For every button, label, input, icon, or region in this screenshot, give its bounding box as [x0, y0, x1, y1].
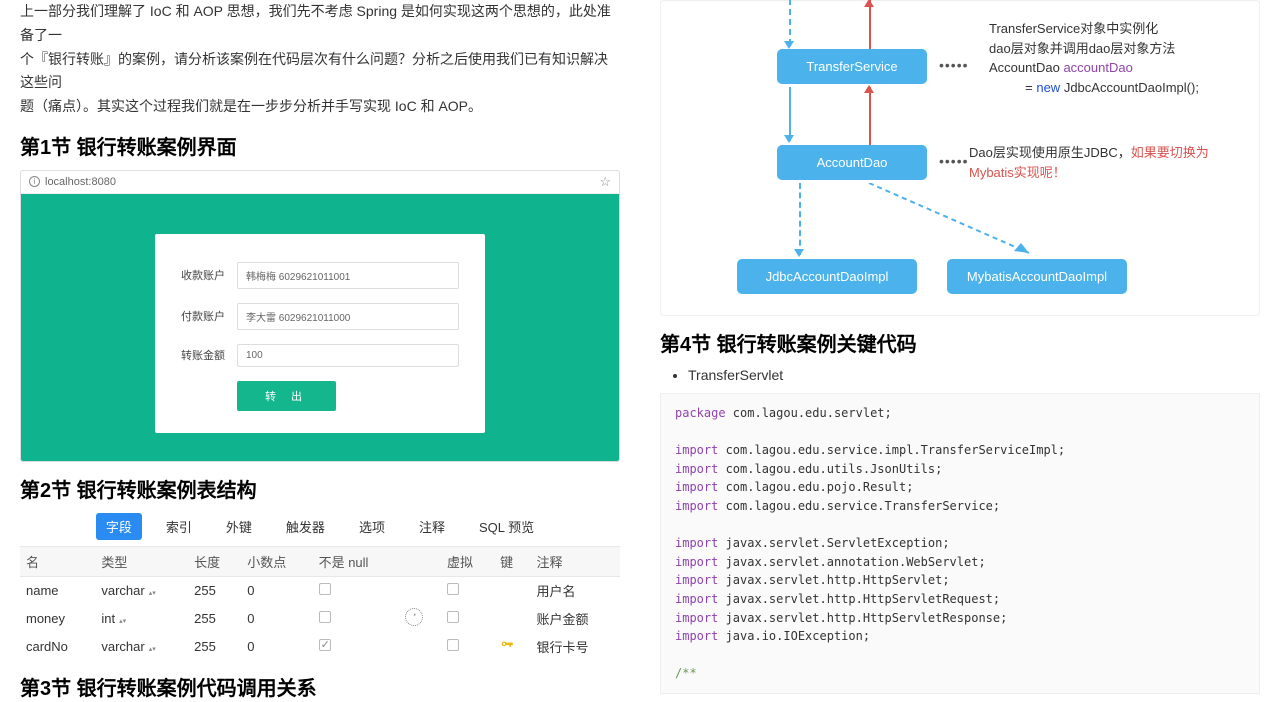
bullet-transfer-servlet: TransferServlet [688, 367, 1260, 383]
intro-line-2: 个『银行转账』的案例，请分析该案例在代码层次有什么问题？分析之后使用我们已有知识… [20, 51, 608, 91]
cell-notnull[interactable] [313, 633, 399, 660]
url-text: localhost:8080 [45, 176, 116, 188]
arrow-icon [789, 87, 791, 141]
heading-section-3: 第3节 银行转账案例代码调用关系 [20, 672, 620, 701]
cell-key [494, 576, 530, 604]
cell-comment: 账户金额 [530, 604, 620, 633]
col-comment: 注释 [530, 546, 620, 576]
bookmark-star-icon[interactable]: ☆ [599, 174, 611, 190]
cell-virtual[interactable] [441, 604, 494, 633]
db-tabs: 字段 索引 外键 触发器 选项 注释 SQL 预览 [20, 513, 620, 540]
col-dec: 小数点 [241, 546, 312, 576]
transfer-form-card: 收款账户 韩梅梅 6029621011001 付款账户 李大雷 60296210… [155, 234, 485, 433]
node-transfer-service: TransferService [777, 49, 927, 84]
page-body: 收款账户 韩梅梅 6029621011001 付款账户 李大雷 60296210… [21, 194, 619, 461]
cell-type: varchar▴▾ [95, 633, 188, 660]
payer-input[interactable]: 李大雷 6029621011000 [237, 303, 459, 330]
col-type: 类型 [95, 546, 188, 576]
arrow-icon [789, 0, 791, 45]
intro-line-1: 上一部分我们理解了 IoC 和 AOP 思想，我们先不考虑 Spring 是如何… [20, 3, 611, 43]
table-row[interactable]: cardNo varchar▴▾ 255 0 银行卡号 [20, 633, 620, 660]
note-account-dao: Dao层实现使用原生JDBC，如果要切换为 Mybatis实现呢！ [969, 143, 1209, 182]
heading-section-2: 第2节 银行转账案例表结构 [20, 474, 620, 503]
cell-len: 255 [188, 576, 241, 604]
red-arrow-head-icon [864, 85, 874, 93]
tab-sqlpreview[interactable]: SQL 预览 [469, 513, 544, 540]
tab-trigger[interactable]: 触发器 [276, 513, 335, 540]
payee-label: 收款账户 [181, 267, 237, 283]
code-block: package com.lagou.edu.servlet; import co… [660, 393, 1260, 694]
heading-section-4: 第4节 银行转账案例关键代码 [660, 328, 1260, 357]
cell-key [494, 633, 530, 660]
node-mybatis-impl: MybatisAccountDaoImpl [947, 259, 1127, 294]
arrow-head-icon [784, 41, 794, 49]
address-bar[interactable]: i localhost:8080 ☆ [21, 171, 619, 194]
stepper-icon[interactable]: ▴▾ [149, 647, 156, 652]
amount-input[interactable]: 100 [237, 344, 459, 367]
dots-icon: ••••• [939, 153, 969, 169]
dots-icon: ••••• [939, 57, 969, 73]
col-name: 名 [20, 546, 95, 576]
cell-dec: 0 [241, 576, 312, 604]
arrow-icon [864, 183, 1044, 263]
row-cursor-icon [405, 608, 423, 626]
primary-key-icon [500, 638, 514, 652]
cell-virtual[interactable] [441, 633, 494, 660]
cell-key [494, 604, 530, 633]
table-row[interactable]: money int▴▾ 255 0 账户金额 [20, 604, 620, 633]
cell-notnull[interactable] [313, 604, 399, 633]
cell-dec: 0 [241, 604, 312, 633]
note-transfer-service: TransferService对象中实例化 dao层对象并调用dao层对象方法 … [989, 19, 1199, 97]
cell-type: int▴▾ [95, 604, 188, 633]
tab-fields[interactable]: 字段 [96, 513, 142, 540]
tab-comment[interactable]: 注释 [409, 513, 455, 540]
submit-button[interactable]: 转 出 [237, 381, 336, 411]
bullet-list: TransferServlet [670, 367, 1260, 383]
browser-mock: i localhost:8080 ☆ 收款账户 韩梅梅 602962101100… [20, 170, 620, 462]
cell-name: name [20, 576, 95, 604]
cell-virtual[interactable] [441, 576, 494, 604]
red-arrow-head-icon [864, 0, 874, 7]
cell-len: 255 [188, 604, 241, 633]
cell-dec: 0 [241, 633, 312, 660]
tab-foreignkey[interactable]: 外键 [216, 513, 262, 540]
node-jdbc-impl: JdbcAccountDaoImpl [737, 259, 917, 294]
table-row[interactable]: name varchar▴▾ 255 0 用户名 [20, 576, 620, 604]
red-arrow-icon [869, 87, 871, 145]
cell-comment: 用户名 [530, 576, 620, 604]
col-key: 键 [494, 546, 530, 576]
info-icon: i [29, 176, 40, 187]
cell-comment: 银行卡号 [530, 633, 620, 660]
intro-paragraph: 上一部分我们理解了 IoC 和 AOP 思想，我们先不考虑 Spring 是如何… [20, 0, 620, 119]
right-column: TransferService ••••• TransferService对象中… [640, 0, 1280, 702]
cell-name: cardNo [20, 633, 95, 660]
cell-type: varchar▴▾ [95, 576, 188, 604]
stepper-icon[interactable]: ▴▾ [149, 591, 156, 596]
left-column: 上一部分我们理解了 IoC 和 AOP 思想，我们先不考虑 Spring 是如何… [0, 0, 640, 702]
tab-index[interactable]: 索引 [156, 513, 202, 540]
intro-line-3: 题（痛点）。其实这个过程我们就是在一步步分析并手写实现 IoC 和 AOP。 [20, 98, 482, 114]
cell-notnull[interactable] [313, 576, 399, 604]
stepper-icon[interactable]: ▴▾ [119, 619, 126, 624]
cell-name: money [20, 604, 95, 633]
col-len: 长度 [188, 546, 241, 576]
schema-table: 名 类型 长度 小数点 不是 null 虚拟 键 注释 name varchar… [20, 546, 620, 660]
call-relation-diagram: TransferService ••••• TransferService对象中… [660, 0, 1260, 316]
tab-options[interactable]: 选项 [349, 513, 395, 540]
cell-len: 255 [188, 633, 241, 660]
arrow-icon [799, 183, 801, 255]
col-virtual: 虚拟 [441, 546, 494, 576]
arrow-head-icon [794, 249, 804, 257]
heading-section-1: 第1节 银行转账案例界面 [20, 131, 620, 160]
payee-input[interactable]: 韩梅梅 6029621011001 [237, 262, 459, 289]
red-arrow-icon [869, 0, 871, 49]
amount-label: 转账金额 [181, 347, 237, 363]
payer-label: 付款账户 [181, 308, 237, 324]
arrow-head-icon [784, 135, 794, 143]
col-notnull: 不是 null [313, 546, 399, 576]
